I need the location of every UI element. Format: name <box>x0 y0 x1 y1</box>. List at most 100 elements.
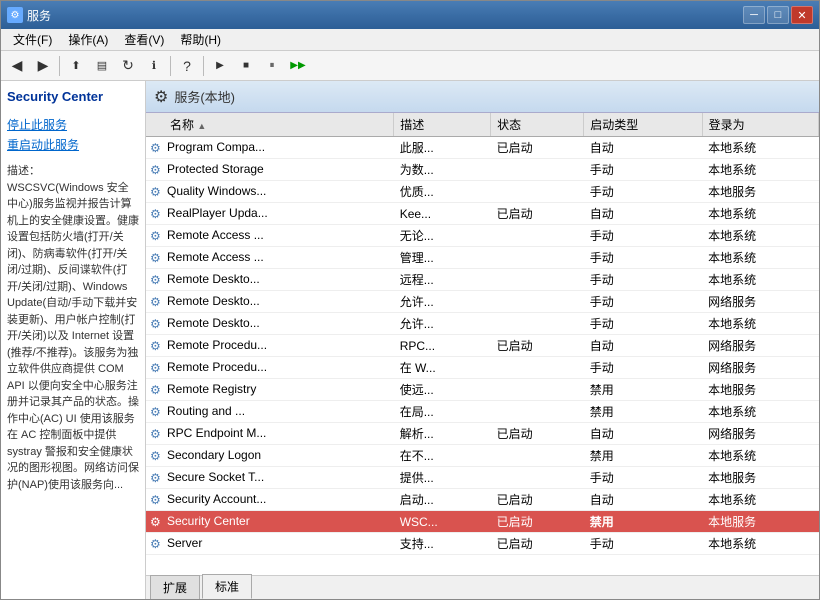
table-header-row: 名称 ▲ 描述 状态 启动类型 登录为 <box>146 113 819 137</box>
cell-logon: 网络服务 <box>702 291 818 313</box>
cell-status <box>491 357 584 379</box>
cell-desc: 在局... <box>394 401 491 423</box>
refresh-button[interactable]: ↻ <box>116 55 140 77</box>
table-row[interactable]: ⚙Routing and ...在局...禁用本地系统 <box>146 401 819 423</box>
service-icon: ⚙ <box>150 361 164 375</box>
service-name: Remote Access ... <box>167 250 264 264</box>
cell-logon: 本地系统 <box>702 533 818 555</box>
stop-service-button[interactable]: ■ <box>234 55 258 77</box>
table-row[interactable]: ⚙Security CenterWSC...已启动禁用本地服务 <box>146 511 819 533</box>
service-icon: ⚙ <box>150 449 164 463</box>
table-row[interactable]: ⚙Remote Registry使远...禁用本地服务 <box>146 379 819 401</box>
table-row[interactable]: ⚙Quality Windows...优质...手动本地服务 <box>146 181 819 203</box>
cell-status <box>491 181 584 203</box>
service-name: RealPlayer Upda... <box>167 206 268 220</box>
cell-startup: 手动 <box>584 313 702 335</box>
service-name: Server <box>167 536 202 550</box>
show-hide-button[interactable]: ▤ <box>90 55 114 77</box>
col-startup[interactable]: 启动类型 <box>584 113 702 137</box>
cell-logon: 本地服务 <box>702 379 818 401</box>
cell-startup: 自动 <box>584 137 702 159</box>
help-toolbar-button[interactable]: ? <box>175 55 199 77</box>
cell-startup: 禁用 <box>584 445 702 467</box>
services-table-container[interactable]: 名称 ▲ 描述 状态 启动类型 登录为 ⚙Program Compa...此服.… <box>146 113 819 575</box>
cell-status <box>491 379 584 401</box>
tab-expand[interactable]: 扩展 <box>150 575 200 599</box>
service-name: Quality Windows... <box>167 184 266 198</box>
col-name[interactable]: 名称 ▲ <box>146 113 394 137</box>
table-row[interactable]: ⚙Security Account...启动...已启动自动本地系统 <box>146 489 819 511</box>
cell-startup: 手动 <box>584 247 702 269</box>
tab-standard[interactable]: 标准 <box>202 574 252 599</box>
cell-status: 已启动 <box>491 489 584 511</box>
cell-startup: 手动 <box>584 269 702 291</box>
minimize-button[interactable]: ─ <box>743 6 765 24</box>
cell-desc: 远程... <box>394 269 491 291</box>
cell-desc: WSC... <box>394 511 491 533</box>
cell-desc: 管理... <box>394 247 491 269</box>
cell-desc: 此服... <box>394 137 491 159</box>
cell-logon: 网络服务 <box>702 423 818 445</box>
table-row[interactable]: ⚙Remote Deskto...远程...手动本地系统 <box>146 269 819 291</box>
menu-help[interactable]: 帮助(H) <box>172 29 229 50</box>
cell-status: 已启动 <box>491 423 584 445</box>
table-row[interactable]: ⚙Remote Procedu...RPC...已启动自动网络服务 <box>146 335 819 357</box>
table-row[interactable]: ⚙Remote Access ...无论...手动本地系统 <box>146 225 819 247</box>
table-row[interactable]: ⚙Server支持...已启动手动本地系统 <box>146 533 819 555</box>
menu-view[interactable]: 查看(V) <box>116 29 172 50</box>
cell-name: ⚙Security Center <box>146 511 394 533</box>
table-row[interactable]: ⚙RPC Endpoint M...解析...已启动自动网络服务 <box>146 423 819 445</box>
service-icon: ⚙ <box>150 515 164 529</box>
cell-startup: 禁用 <box>584 379 702 401</box>
cell-logon: 本地系统 <box>702 225 818 247</box>
table-row[interactable]: ⚙Remote Deskto...允许...手动网络服务 <box>146 291 819 313</box>
table-row[interactable]: ⚙Secondary Logon在不...禁用本地系统 <box>146 445 819 467</box>
cell-status <box>491 225 584 247</box>
toolbar-sep-2 <box>170 56 171 76</box>
left-panel-title: Security Center <box>7 89 139 108</box>
table-row[interactable]: ⚙Program Compa...此服...已启动自动本地系统 <box>146 137 819 159</box>
service-icon: ⚙ <box>150 163 164 177</box>
service-name: Remote Deskto... <box>167 316 260 330</box>
table-row[interactable]: ⚙RealPlayer Upda...Kee...已启动自动本地系统 <box>146 203 819 225</box>
table-row[interactable]: ⚙Secure Socket T...提供...手动本地服务 <box>146 467 819 489</box>
col-desc[interactable]: 描述 <box>394 113 491 137</box>
up-button[interactable]: ⬆ <box>64 55 88 77</box>
cell-status: 已启动 <box>491 203 584 225</box>
table-row[interactable]: ⚙Remote Deskto...允许...手动本地系统 <box>146 313 819 335</box>
cell-name: ⚙Security Account... <box>146 489 394 511</box>
table-row[interactable]: ⚙Remote Procedu...在 W...手动网络服务 <box>146 357 819 379</box>
table-row[interactable]: ⚙Protected Storage为数...手动本地系统 <box>146 159 819 181</box>
cell-desc: 在 W... <box>394 357 491 379</box>
cell-name: ⚙Remote Deskto... <box>146 291 394 313</box>
properties-button[interactable]: ℹ <box>142 55 166 77</box>
restart-service-link[interactable]: 重启动此服务 <box>7 136 139 153</box>
maximize-button[interactable]: □ <box>767 6 789 24</box>
table-row[interactable]: ⚙Remote Access ...管理...手动本地系统 <box>146 247 819 269</box>
menu-action[interactable]: 操作(A) <box>60 29 116 50</box>
col-status[interactable]: 状态 <box>491 113 584 137</box>
cell-desc: 优质... <box>394 181 491 203</box>
cell-logon: 本地服务 <box>702 181 818 203</box>
forward-button[interactable]: ▶ <box>31 55 55 77</box>
cell-logon: 本地系统 <box>702 247 818 269</box>
cell-startup: 禁用 <box>584 511 702 533</box>
cell-status <box>491 247 584 269</box>
stop-service-link[interactable]: 停止此服务 <box>7 116 139 133</box>
service-icon: ⚙ <box>150 493 164 507</box>
pause-service-button[interactable]: ⏸ <box>260 55 284 77</box>
close-button[interactable]: ✕ <box>791 6 813 24</box>
resume-service-button[interactable]: ▶▶ <box>286 55 310 77</box>
cell-startup: 手动 <box>584 181 702 203</box>
col-logon[interactable]: 登录为 <box>702 113 818 137</box>
menu-file[interactable]: 文件(F) <box>5 29 60 50</box>
right-panel: ⚙ 服务(本地) 名称 ▲ 描述 状态 启动类型 登录为 <box>146 81 819 599</box>
back-button[interactable]: ◀ <box>5 55 29 77</box>
cell-desc: 在不... <box>394 445 491 467</box>
cell-status: 已启动 <box>491 137 584 159</box>
service-icon: ⚙ <box>150 427 164 441</box>
cell-logon: 本地系统 <box>702 203 818 225</box>
toolbar-sep-3 <box>203 56 204 76</box>
start-service-button[interactable]: ▶ <box>208 55 232 77</box>
cell-logon: 网络服务 <box>702 357 818 379</box>
